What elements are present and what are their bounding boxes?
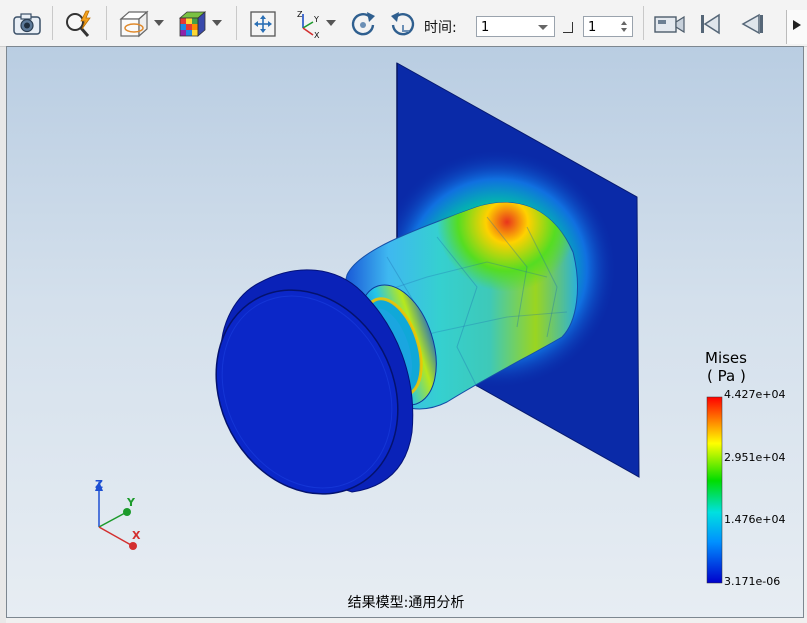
chevron-down-icon[interactable]	[326, 20, 336, 26]
legend-tick: 2.951e+04	[724, 451, 786, 464]
color-cube-icon[interactable]	[174, 8, 210, 40]
step-corner-icon	[563, 22, 573, 33]
zoom-lightning-icon[interactable]	[60, 8, 98, 40]
rotate-cw-icon[interactable]	[346, 8, 380, 40]
legend-title: Mises	[705, 349, 747, 367]
legend-color-bar	[706, 396, 723, 584]
axes-triad: Z Y X	[95, 478, 141, 550]
chevron-down-icon[interactable]	[154, 20, 164, 26]
chevron-down-icon[interactable]	[212, 20, 222, 26]
video-record-icon[interactable]	[652, 8, 688, 40]
chevron-down-icon	[538, 25, 548, 30]
legend-unit: ( Pa )	[707, 367, 746, 385]
frame-stepper-value: 1	[588, 20, 597, 35]
legend-tick-max: 4.427e+04	[724, 388, 786, 401]
play-reverse-icon[interactable]	[734, 8, 766, 40]
section-plane-icon[interactable]	[116, 8, 152, 40]
svg-text:Y: Y	[313, 15, 319, 24]
toolbar-separator	[643, 6, 644, 40]
toolbar-separator	[106, 6, 107, 40]
frame-stepper[interactable]: 1	[583, 16, 633, 37]
rotate-ccw-icon[interactable]	[386, 8, 420, 40]
camera-icon[interactable]	[10, 8, 44, 40]
result-model-caption: 结果模型:通用分析	[347, 595, 465, 611]
fea-result-model[interactable]: Z Y X	[7, 47, 804, 618]
toolbar-separator	[236, 6, 237, 40]
time-label: 时间:	[424, 20, 457, 36]
axis-x-label: X	[132, 529, 141, 542]
toolbar: Z Y X 时间: 1 1	[0, 0, 807, 47]
svg-text:Z: Z	[297, 10, 303, 19]
axes-triad-icon[interactable]: Z Y X	[290, 8, 326, 40]
toolbar-overflow[interactable]	[786, 10, 807, 44]
legend-tick-min: 3.171e-06	[724, 575, 781, 588]
toolbar-separator	[52, 6, 53, 40]
axis-z-label: Z	[95, 478, 103, 491]
fit-view-icon[interactable]	[246, 8, 280, 40]
legend-tick: 1.476e+04	[724, 513, 786, 526]
skip-first-icon[interactable]	[696, 8, 724, 40]
svg-text:X: X	[314, 31, 320, 40]
3d-viewport[interactable]: Z Y X Mises ( Pa ) 4.427e+04 2.951e+04 1…	[6, 46, 804, 618]
time-select[interactable]: 1	[476, 16, 555, 37]
stepper-down-icon[interactable]	[621, 28, 627, 32]
time-select-value: 1	[481, 20, 490, 35]
stepper-up-icon[interactable]	[621, 21, 627, 25]
axis-y-label: Y	[126, 496, 136, 509]
